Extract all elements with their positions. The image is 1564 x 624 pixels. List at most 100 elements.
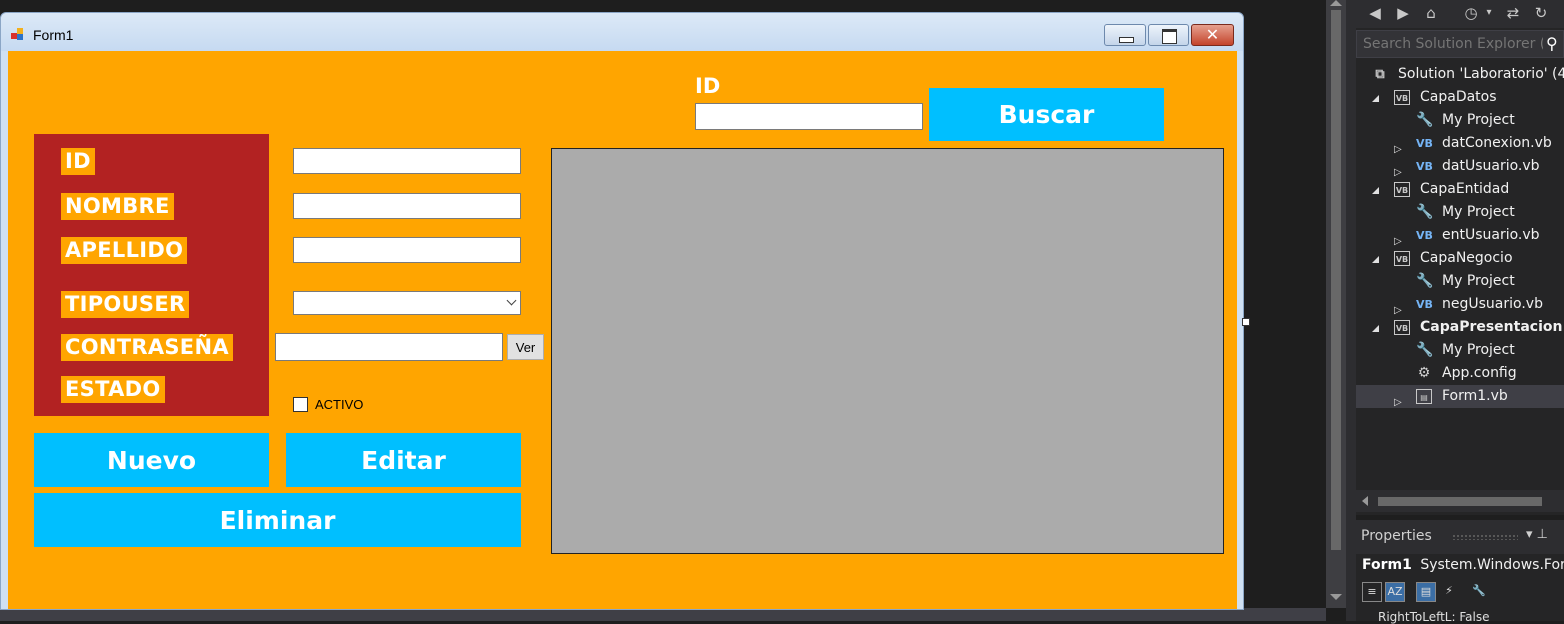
maximize-button[interactable]	[1148, 24, 1189, 46]
wrench-icon: 🔧	[1416, 112, 1434, 128]
vb-project-icon: VB	[1394, 182, 1410, 197]
close-button[interactable]: ✕	[1191, 24, 1234, 46]
scroll-down-arrow-icon[interactable]	[1330, 594, 1342, 600]
form-title: Form1	[33, 27, 74, 43]
users-datagridview[interactable]	[551, 148, 1224, 554]
vb-project-icon: VB	[1394, 251, 1410, 266]
solution-icon: ⧉	[1375, 67, 1385, 82]
activo-checkbox-label[interactable]: ACTIVO	[315, 397, 363, 412]
form-app-icon	[11, 28, 25, 40]
expanded-arrow-icon[interactable]	[1372, 256, 1379, 263]
id-input[interactable]	[293, 148, 521, 174]
history-icon[interactable]: ◷	[1462, 4, 1480, 22]
id-label: ID	[61, 148, 95, 175]
properties-panel: Properties ▾ ⊥ Form1 System.Windows.Form…	[1356, 520, 1564, 624]
panel-splitter[interactable]	[1346, 0, 1356, 621]
vb-file-icon: VB	[1416, 160, 1433, 173]
solution-tree-item-label: My Project	[1442, 112, 1515, 128]
apellido-input[interactable]	[293, 237, 521, 263]
contrasena-input[interactable]	[275, 333, 503, 361]
sync-icon[interactable]: ⇄	[1504, 4, 1522, 22]
scrollbar-thumb[interactable]	[1331, 10, 1341, 550]
home-icon[interactable]: ⌂	[1422, 4, 1440, 22]
solution-tree-item-label: Form1.vb	[1442, 388, 1508, 404]
alphabetical-icon[interactable]: AZ	[1385, 582, 1405, 602]
solution-explorer-search-input[interactable]	[1363, 36, 1543, 52]
solution-tree-item[interactable]: ▷ ▤ Form1.vb	[1356, 385, 1564, 408]
solution-tree-item[interactable]: VB CapaDatos	[1356, 86, 1564, 109]
contrasena-label: CONTRASEÑA	[61, 334, 233, 361]
search-id-label: ID	[695, 74, 721, 98]
wrench-icon: 🔧	[1416, 342, 1434, 358]
solution-tree-item[interactable]: VB CapaPresentacion	[1356, 316, 1564, 339]
refresh-icon[interactable]: ↻	[1532, 4, 1550, 22]
tipouser-combobox[interactable]	[293, 291, 521, 315]
nuevo-button[interactable]: Nuevo	[34, 433, 269, 487]
scrollbar-thumb[interactable]	[1378, 497, 1542, 506]
solution-tree-item[interactable]: ▷ VB datUsuario.vb	[1356, 155, 1564, 178]
nombre-input[interactable]	[293, 193, 521, 219]
scroll-left-arrow-icon[interactable]	[1362, 496, 1368, 506]
activo-checkbox[interactable]	[293, 397, 308, 412]
properties-header: Properties ▾ ⊥	[1356, 520, 1564, 554]
properties-object-selector[interactable]: Form1 System.Windows.Forms	[1356, 554, 1564, 578]
property-row[interactable]: RightToLeftL: False	[1356, 610, 1564, 624]
properties-drag-grip[interactable]	[1452, 534, 1518, 540]
form-client-area: ID Buscar ID NOMBRE APELLIDO TIPOUSER CO…	[8, 51, 1237, 609]
solution-explorer-search[interactable]: ⚲	[1356, 30, 1564, 58]
form-file-icon: ▤	[1416, 389, 1432, 404]
dropdown-arrow-icon[interactable]: ▾	[1480, 4, 1498, 22]
solution-tree-item-label: datUsuario.vb	[1442, 158, 1540, 174]
solution-explorer-panel: ◀ ▶ ⌂ ◷ ▾ ⇄ ↻ ⚲ ⧉ Solution 'Laboratorio' …	[1356, 0, 1564, 515]
solution-tree-item[interactable]: ▷ VB datConexion.vb	[1356, 132, 1564, 155]
pin-icon[interactable]: ▾ ⊥	[1526, 527, 1548, 542]
labels-panel: ID NOMBRE APELLIDO TIPOUSER CONTRASEÑA E…	[34, 134, 269, 416]
wrench-icon: 🔧	[1416, 273, 1434, 289]
forward-icon[interactable]: ▶	[1394, 4, 1412, 22]
form-window[interactable]: Form1 ✕ ID Buscar ID NOMBRE APELLIDO TIP…	[0, 12, 1244, 610]
form-titlebar[interactable]: Form1 ✕	[1, 13, 1243, 51]
solution-tree-item[interactable]: 🔧 My Project	[1356, 270, 1564, 293]
search-id-input[interactable]	[695, 103, 923, 130]
properties-toolbar: ≡ AZ ▤ ⚡ 🔧	[1356, 578, 1564, 608]
buscar-button[interactable]: Buscar	[929, 88, 1164, 141]
solution-tree-item[interactable]: 🔧 My Project	[1356, 201, 1564, 224]
solution-explorer-horizontal-scrollbar[interactable]	[1356, 490, 1564, 512]
properties-title: Properties	[1361, 528, 1432, 544]
solution-tree-item-label: My Project	[1442, 342, 1515, 358]
search-icon[interactable]: ⚲	[1546, 34, 1558, 53]
vb-file-icon: VB	[1416, 298, 1433, 311]
close-icon: ✕	[1205, 25, 1220, 44]
ver-password-button[interactable]: Ver	[507, 334, 544, 360]
events-icon[interactable]: ⚡	[1439, 582, 1459, 602]
solution-tree-item[interactable]: ▷ VB entUsuario.vb	[1356, 224, 1564, 247]
solution-tree-item[interactable]: 🔧 My Project	[1356, 339, 1564, 362]
properties-object-name: Form1	[1362, 557, 1412, 573]
minimize-button[interactable]	[1104, 24, 1146, 46]
solution-tree-item[interactable]: ▷ VB negUsuario.vb	[1356, 293, 1564, 316]
expanded-arrow-icon[interactable]	[1372, 325, 1379, 332]
properties-icon[interactable]: ▤	[1416, 582, 1436, 602]
expanded-arrow-icon[interactable]	[1372, 187, 1379, 194]
back-icon[interactable]: ◀	[1366, 4, 1384, 22]
form-resize-handle[interactable]	[1242, 318, 1250, 326]
solution-tree-item[interactable]: ⧉ Solution 'Laboratorio' (4 p	[1356, 63, 1564, 86]
solution-tree-item-label: datConexion.vb	[1442, 135, 1552, 151]
collapsed-arrow-icon[interactable]: ▷	[1394, 391, 1402, 414]
scroll-up-arrow-icon[interactable]	[1330, 0, 1342, 6]
nombre-label: NOMBRE	[61, 193, 174, 220]
chevron-down-icon	[506, 295, 517, 306]
solution-tree-item[interactable]: VB CapaEntidad	[1356, 178, 1564, 201]
solution-tree-item-label: CapaPresentacion	[1420, 319, 1563, 335]
expanded-arrow-icon[interactable]	[1372, 95, 1379, 102]
categorized-icon[interactable]: ≡	[1362, 582, 1382, 602]
solution-tree-item-label: CapaNegocio	[1420, 250, 1513, 266]
property-pages-icon[interactable]: 🔧	[1469, 582, 1489, 602]
solution-tree-item[interactable]: 🔧 My Project	[1356, 109, 1564, 132]
eliminar-button[interactable]: Eliminar	[34, 493, 521, 547]
designer-vertical-scrollbar[interactable]	[1326, 0, 1346, 608]
editar-button[interactable]: Editar	[286, 433, 521, 487]
solution-explorer-toolbar: ◀ ▶ ⌂ ◷ ▾ ⇄ ↻	[1356, 0, 1564, 28]
solution-tree-item[interactable]: VB CapaNegocio	[1356, 247, 1564, 270]
solution-tree-item[interactable]: ⚙ App.config	[1356, 362, 1564, 385]
